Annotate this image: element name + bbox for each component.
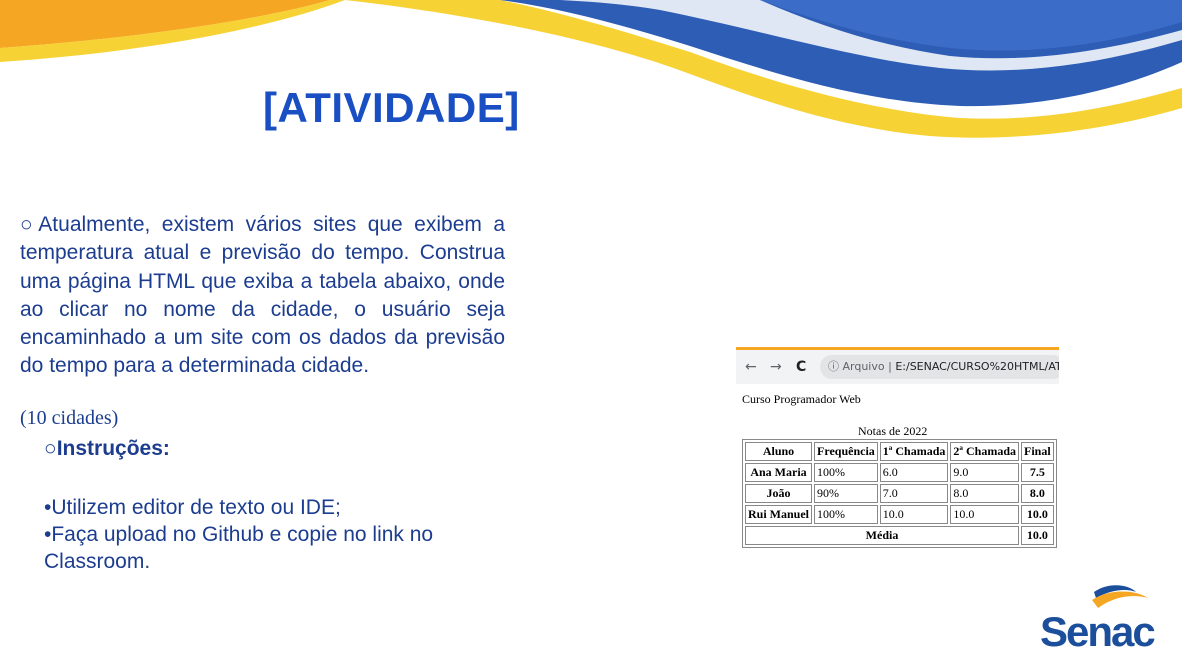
table-header-row: Aluno Frequência 1ª Chamada 2ª Chamada F… [745,442,1054,461]
table-row: João 90% 7.0 8.0 8.0 [745,484,1054,503]
instructions-label: Instruções: [56,437,170,460]
instructions-bullet: ○ [44,437,57,460]
instructions-list: •Utilizem editor de texto ou IDE; •Faça … [44,494,464,575]
table-cell: 6.0 [879,463,949,482]
info-icon: ⓘ [828,360,839,373]
header-cell: 1ª Chamada [879,442,949,461]
header-cell: Final [1021,442,1054,461]
table-row: Rui Manuel 100% 10.0 10.0 10.0 [745,505,1054,524]
header-waves-decoration [0,0,1182,138]
instruction-item: •Faça upload no Github e copie no link n… [44,523,434,573]
grades-table: Aluno Frequência 1ª Chamada 2ª Chamada F… [742,439,1057,548]
browser-toolbar: ← → C ⓘ Arquivo | E:/SENAC/CURSO%20HTML/… [736,350,1059,384]
table-cell: 100% [814,505,878,524]
table-cell: 90% [814,484,878,503]
table-row: Ana Maria 100% 6.0 9.0 7.5 [745,463,1054,482]
city-count-note: (10 cidades) [20,407,119,429]
final-grade: 8.0 [1021,484,1054,503]
address-url: E:/SENAC/CURSO%20HTML/ATIVI [895,360,1059,373]
forward-arrow-icon: → [770,359,782,375]
reload-icon: C [796,359,807,375]
student-name: Ana Maria [745,463,813,482]
student-name: Rui Manuel [745,505,813,524]
address-prefix: Arquivo [842,360,885,373]
instructions-heading: ○Instruções: [44,437,170,461]
header-cell: Aluno [745,442,813,461]
back-arrow-icon: ← [745,359,757,375]
senac-logo-text: Senac [1040,608,1156,655]
average-value: 10.0 [1021,526,1054,545]
table-cell: 7.0 [879,484,949,503]
final-grade: 10.0 [1021,505,1054,524]
address-separator: | [888,360,892,373]
activity-description: ○Atualmente, existem vários sites que ex… [20,213,505,378]
browser-screenshot: ← → C ⓘ Arquivo | E:/SENAC/CURSO%20HTML/… [736,347,1059,552]
student-name: João [745,484,813,503]
address-bar: ⓘ Arquivo | E:/SENAC/CURSO%20HTML/ATIVI [820,355,1059,379]
table-cell: 8.0 [950,484,1020,503]
table-cell: 100% [814,463,878,482]
header-cell: Frequência [814,442,878,461]
table-cell: 10.0 [879,505,949,524]
header-cell: 2ª Chamada [950,442,1020,461]
average-label: Média [745,526,1020,545]
course-title: Curso Programador Web [742,392,861,406]
slide-title: [ATIVIDADE] [263,84,520,131]
table-caption: Notas de 2022 [858,424,928,438]
final-grade: 7.5 [1021,463,1054,482]
instruction-item: •Utilizem editor de texto ou IDE; [44,496,341,519]
table-cell: 10.0 [950,505,1020,524]
table-footer-row: Média 10.0 [745,526,1054,545]
table-cell: 9.0 [950,463,1020,482]
